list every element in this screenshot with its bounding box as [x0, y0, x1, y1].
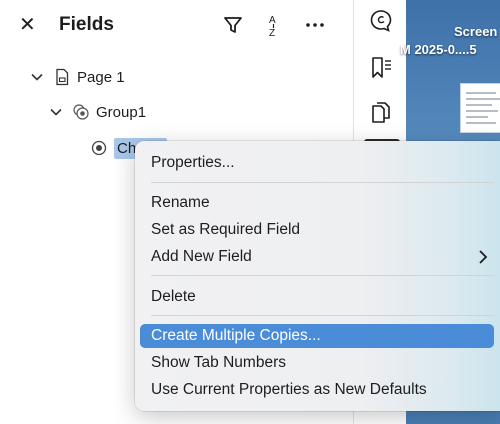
sort-az-icon[interactable]: A Z — [262, 13, 286, 39]
tree-item-group[interactable]: Group1 — [49, 99, 146, 125]
svg-text:Z: Z — [269, 28, 275, 37]
menu-item-properties[interactable]: Properties... — [140, 151, 494, 175]
tree-label-group: Group1 — [96, 103, 147, 121]
menu-item-rename[interactable]: Rename — [140, 191, 494, 215]
menu-separator — [151, 275, 494, 276]
desktop-file-date: M 2025-0....5 — [400, 42, 477, 57]
menu-item-add-new-field-label: Add New Field — [151, 248, 252, 265]
filter-icon[interactable] — [221, 13, 245, 37]
tree-item-page[interactable]: Page 1 — [30, 64, 125, 90]
chevron-down-icon[interactable] — [49, 105, 63, 119]
context-menu: Properties... Rename Set as Required Fie… — [135, 141, 500, 411]
radio-group-icon — [73, 104, 89, 120]
close-icon[interactable]: ✕ — [19, 15, 36, 35]
chevron-right-icon — [479, 250, 488, 264]
desktop-file-label: Screen — [454, 24, 498, 39]
menu-item-add-new-field[interactable]: Add New Field — [140, 245, 494, 269]
comment-icon[interactable] — [368, 8, 394, 34]
panel-title: Fields — [59, 14, 114, 35]
menu-item-delete[interactable]: Delete — [140, 285, 494, 309]
tree-label-page: Page 1 — [77, 68, 125, 86]
menu-item-create-multiple-copies[interactable]: Create Multiple Copies... — [140, 324, 494, 348]
page-icon — [56, 68, 69, 86]
menu-item-set-required[interactable]: Set as Required Field — [140, 218, 494, 242]
copy-pages-icon[interactable] — [368, 100, 394, 126]
more-icon[interactable] — [303, 13, 327, 37]
chevron-down-icon[interactable] — [30, 70, 44, 84]
screenshot-thumbnail[interactable] — [460, 83, 500, 133]
menu-item-use-current-properties[interactable]: Use Current Properties as New Defaults — [140, 378, 494, 402]
menu-separator — [151, 182, 494, 183]
svg-text:A: A — [269, 15, 276, 26]
radio-button-icon — [91, 140, 107, 156]
menu-item-show-tab-numbers[interactable]: Show Tab Numbers — [140, 351, 494, 375]
panel-header: ✕ Fields A Z — [0, 0, 354, 52]
menu-separator — [151, 315, 494, 316]
bookmark-icon[interactable] — [368, 55, 394, 81]
